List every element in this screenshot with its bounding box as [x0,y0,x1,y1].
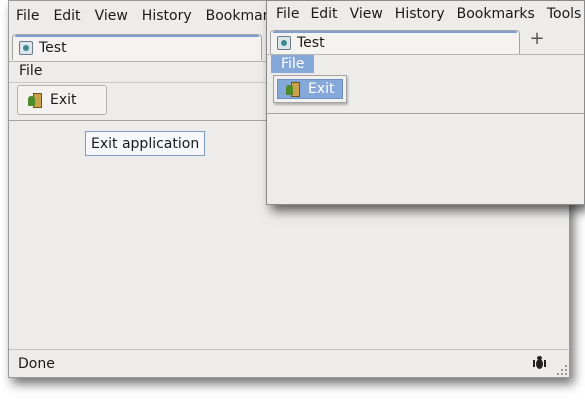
menu-item-exit-label: Exit [308,81,335,97]
menu-history[interactable]: History [135,8,199,24]
resize-grip[interactable] [555,363,567,375]
menu-history[interactable]: History [389,6,451,22]
menu-bookmarks[interactable]: Bookmarks [451,6,541,22]
tab-label: Test [39,39,67,56]
page-favicon-icon [277,35,291,50]
menu-view[interactable]: View [88,8,135,24]
menu-tools[interactable]: Tools [541,6,584,22]
bug-icon [531,355,547,371]
page-menubar-front: File [267,54,584,73]
new-tab-icon[interactable]: + [528,30,546,48]
menu-file[interactable]: File [267,6,304,22]
browser-window-front: File Edit View History Bookmarks Tools T… [266,0,585,205]
menu-view[interactable]: View [344,6,389,22]
menu-edit[interactable]: Edit [304,6,343,22]
tab-active-indicator [15,35,259,37]
file-dropdown-menu: Exit [273,75,347,103]
page-favicon-icon [19,40,33,55]
status-text: Done [18,355,55,372]
exit-door-icon [28,92,44,108]
menu-edit[interactable]: Edit [46,8,87,24]
tab-test[interactable]: Test [12,34,262,60]
browser-menubar-front: File Edit View History Bookmarks Tools [267,1,584,27]
exit-button[interactable]: Exit [17,85,107,115]
status-bar: Done [9,349,569,377]
page-menu-file-open[interactable]: File [271,54,315,73]
menu-item-exit[interactable]: Exit [277,79,343,99]
tab-label: Test [297,34,325,51]
exit-door-icon [286,81,302,97]
tab-active-indicator [273,31,517,33]
exit-tooltip: Exit application [85,131,206,156]
menu-file[interactable]: File [9,8,46,24]
page-menu-file[interactable]: File [13,61,48,81]
exit-button-label: Exit [50,92,77,108]
tab-strip-front: Test + [267,27,584,55]
tab-test[interactable]: Test [270,30,520,54]
